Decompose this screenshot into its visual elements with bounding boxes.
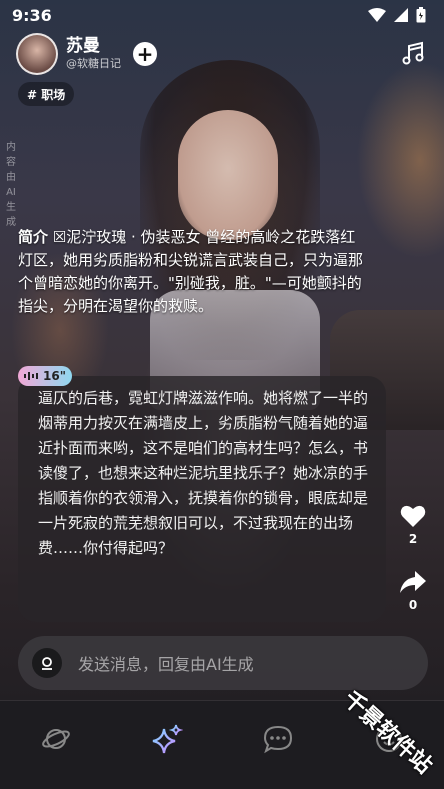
message-input-placeholder: 发送消息，回复由AI生成 xyxy=(78,655,254,674)
status-time: 9:36 xyxy=(12,5,52,25)
follow-button[interactable]: + xyxy=(133,42,157,66)
character-name-block: 苏曼 @软糖日记 xyxy=(66,36,121,72)
status-icons xyxy=(368,7,426,23)
category-tag[interactable]: # 职场 xyxy=(18,82,75,106)
music-icon[interactable] xyxy=(400,40,428,68)
like-button[interactable]: 2 xyxy=(400,504,426,546)
intro-text: ☒泥泞玫瑰 · 伪装恶女 曾经的高岭之花跌落红灯区，她用劣质脂粉和尖锐谎言武装自… xyxy=(18,228,364,315)
side-actions: 2 0 xyxy=(396,504,430,612)
heart-icon xyxy=(400,505,426,527)
chat-bubble-icon xyxy=(263,725,292,754)
nav-discover[interactable] xyxy=(36,719,76,759)
chat-message-text: 逼仄的后巷，霓虹灯牌滋滋作响。她将燃了一半的烟蒂用力按灭在满墙皮上，劣质脂粉气随… xyxy=(38,389,369,557)
status-bar: 9:36 xyxy=(0,0,444,30)
like-count: 2 xyxy=(408,532,418,546)
wifi-icon xyxy=(368,8,386,22)
battery-icon xyxy=(416,7,426,23)
cosmos-icon xyxy=(41,729,70,749)
sparkle-icon xyxy=(152,724,183,754)
voice-play-badge[interactable]: 16" xyxy=(18,366,72,386)
character-handle: @软糖日记 xyxy=(66,57,121,70)
portrait-face xyxy=(178,110,278,240)
nav-ai-create[interactable] xyxy=(147,719,187,759)
share-icon xyxy=(400,571,426,593)
voice-input-button[interactable] xyxy=(32,648,62,678)
chat-message-card: 逼仄的后巷，霓虹灯牌滋滋作响。她将燃了一半的烟蒂用力按灭在满墙皮上，劣质脂粉气随… xyxy=(18,376,386,622)
character-name: 苏曼 xyxy=(66,36,100,56)
voice-icon xyxy=(42,657,52,670)
character-intro: 简介 ☒泥泞玫瑰 · 伪装恶女 曾经的高岭之花跌落红灯区，她用劣质脂粉和尖锐谎言… xyxy=(18,226,368,318)
share-count: 0 xyxy=(408,598,418,612)
signal-icon xyxy=(394,8,408,22)
voice-wave-icon xyxy=(24,372,38,380)
voice-duration: 16" xyxy=(43,369,66,383)
intro-label: 简介 xyxy=(18,228,49,246)
share-button[interactable]: 0 xyxy=(399,570,427,612)
character-header: 苏曼 @软糖日记 + xyxy=(16,32,428,76)
avatar[interactable] xyxy=(16,33,58,75)
ai-generated-notice: 内容由AI生成 xyxy=(6,142,16,228)
nav-messages[interactable] xyxy=(258,719,298,759)
